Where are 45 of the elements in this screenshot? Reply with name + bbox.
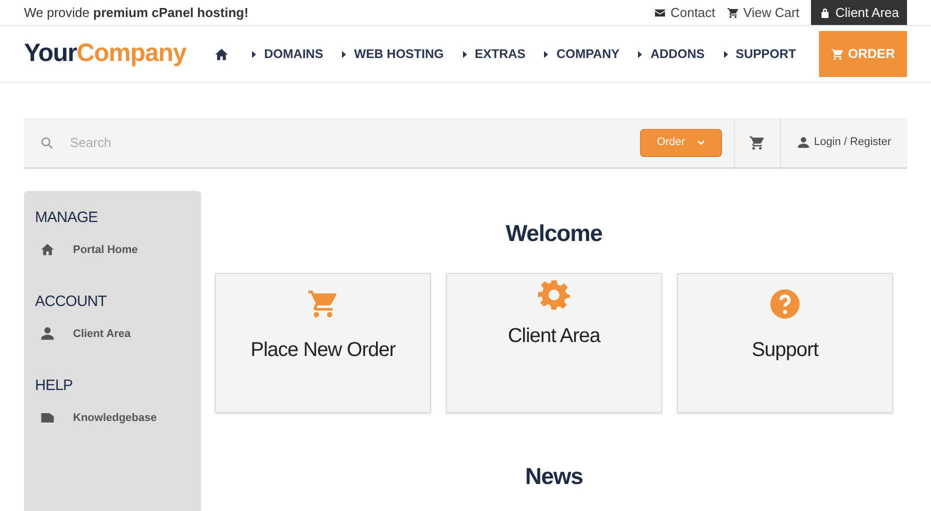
shortcut-card[interactable]: Support bbox=[677, 272, 893, 412]
cart-icon bbox=[831, 48, 844, 60]
lock-icon bbox=[819, 6, 832, 18]
cart-icon bbox=[727, 6, 740, 18]
sidebar-heading: HELP bbox=[35, 376, 74, 396]
shortcut-card[interactable]: Client Area bbox=[446, 272, 662, 412]
cart-icon bbox=[307, 288, 339, 320]
nav-menu-item[interactable]: DOMAINS bbox=[252, 44, 324, 64]
home-icon[interactable] bbox=[214, 46, 230, 62]
sidebar-item[interactable]: Client Area bbox=[35, 326, 190, 342]
caret-icon bbox=[724, 50, 728, 58]
logo[interactable]: YourCompany bbox=[24, 35, 186, 73]
question-icon bbox=[769, 288, 801, 320]
news-heading: News bbox=[525, 462, 583, 490]
top-link[interactable]: View Cart bbox=[727, 2, 800, 22]
nav-menu-item[interactable]: ADDONS bbox=[638, 44, 705, 64]
chevron-down-icon bbox=[696, 140, 705, 145]
caret-icon bbox=[252, 50, 256, 58]
welcome-heading: Welcome bbox=[506, 219, 602, 248]
user-icon bbox=[40, 326, 55, 342]
top-link[interactable]: Contact bbox=[654, 2, 716, 22]
caret-icon bbox=[342, 50, 346, 58]
sidebar-heading: ACCOUNT bbox=[35, 292, 108, 312]
caret-icon bbox=[462, 50, 467, 58]
nav-menu-item[interactable]: COMPANY bbox=[544, 44, 620, 64]
nav-menu-item[interactable]: SUPPORT bbox=[724, 44, 796, 64]
nav-menu-item[interactable]: EXTRAS bbox=[462, 44, 526, 64]
envelope-icon bbox=[654, 6, 666, 18]
search-icon bbox=[40, 136, 54, 150]
sidebar-item[interactable]: Knowledgebase bbox=[35, 410, 190, 426]
user-icon bbox=[796, 136, 810, 149]
gear-icon bbox=[538, 278, 570, 310]
shortcut-card[interactable]: Place New Order bbox=[215, 272, 431, 412]
nav-menu-item[interactable]: WEB HOSTING bbox=[342, 44, 444, 64]
sidebar-item[interactable]: Portal Home bbox=[35, 242, 190, 258]
caret-icon bbox=[544, 50, 548, 58]
folder-icon bbox=[40, 410, 55, 426]
sidebar-heading: MANAGE bbox=[35, 208, 99, 228]
tagline: We provide premium cPanel hosting! bbox=[24, 4, 248, 22]
caret-icon bbox=[638, 50, 642, 58]
home-icon bbox=[40, 242, 55, 258]
client-area-button[interactable]: Client Area bbox=[811, 0, 907, 25]
login-register-link[interactable]: Login / Register bbox=[814, 134, 891, 151]
search-field[interactable]: Search bbox=[70, 132, 370, 152]
cart-icon[interactable] bbox=[749, 134, 766, 150]
